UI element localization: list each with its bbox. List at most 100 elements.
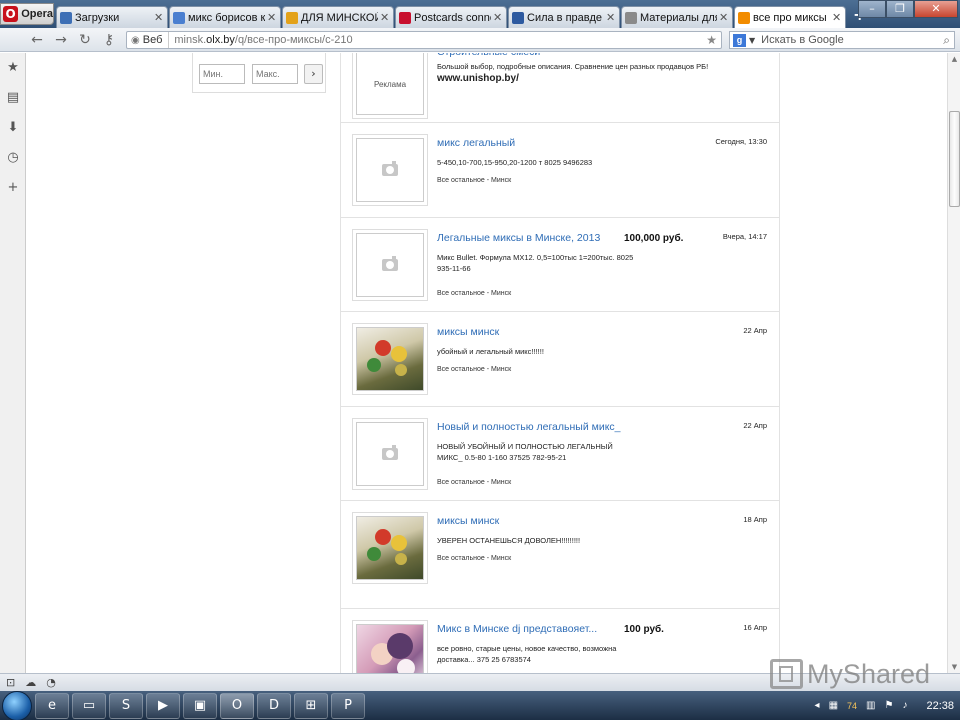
listing-title-link[interactable]: микс легальный [437, 137, 515, 149]
d-app-icon[interactable]: D [257, 692, 291, 719]
listing-thumbnail[interactable] [352, 134, 428, 206]
tab-6[interactable]: все про миксы - ...✕ [734, 6, 846, 28]
tab-close-icon[interactable]: ✕ [154, 11, 164, 24]
listing-row[interactable]: миксы минск убойный и легальный микс!!!!!… [341, 312, 779, 407]
cloud-icon[interactable]: ☁ [25, 676, 36, 689]
flag-icon[interactable]: ⚑ [885, 700, 894, 711]
tab-0[interactable]: Загрузки ✕ [56, 6, 168, 28]
filter-apply-button[interactable]: › [304, 64, 323, 84]
thumbnail-frame [356, 138, 424, 202]
scrollbar-thumb[interactable] [949, 111, 960, 207]
panel-toggle-icon[interactable]: ⊡ [6, 676, 15, 689]
ad-title-link[interactable]: Строительные смеси [437, 53, 540, 58]
start-button-icon[interactable] [2, 690, 32, 720]
listing-title-link[interactable]: Новый и полностью легальный микс_ [437, 421, 621, 433]
notes-icon[interactable]: ▤ [0, 83, 26, 113]
listing-title-link[interactable]: миксы минск [437, 326, 499, 338]
ad-row[interactable]: Реклама Строительные смеси Большой выбор, … [341, 53, 779, 123]
clock[interactable]: 22:38 [926, 700, 954, 712]
price-max-input[interactable] [252, 64, 298, 84]
google-icon[interactable]: g [733, 33, 746, 47]
listing-thumbnail[interactable] [352, 229, 428, 301]
listing-description: доставка... 375 25 6783574 [437, 655, 531, 664]
tab-2[interactable]: ДЛЯ МИНСКОЙ ...✕ [282, 6, 394, 28]
downloads-icon[interactable]: ⬇ [0, 113, 26, 143]
reload-icon[interactable]: ↻ [78, 32, 92, 48]
listing-category[interactable]: Все остальное - Минск [437, 177, 511, 184]
ad-label: Реклама [373, 80, 407, 89]
bookmarks-icon[interactable]: ★ [0, 53, 26, 83]
listing-row[interactable]: Микс в Минске dj представояет... все ровн… [341, 609, 779, 673]
powerpoint-icon[interactable]: P [331, 692, 365, 719]
listing-thumbnail[interactable] [352, 512, 428, 584]
listing-thumbnail[interactable] [352, 620, 428, 673]
listing-row[interactable]: микс легальный 5-450,10-700,15-950,20-120… [341, 123, 779, 218]
opera-menu-label: Opera [21, 8, 53, 20]
thumbnail-frame [356, 233, 424, 297]
address-field[interactable]: ◉ Веб minsk.olx.by/q/все-про-миксы/c-210… [126, 31, 722, 49]
add-panel-icon[interactable]: + [0, 173, 26, 203]
web-badge[interactable]: ◉ Веб [127, 32, 170, 48]
listing-description: Микс Bullet. Формула MX12. 0,5=100тыс 1=… [437, 253, 634, 262]
tab-close-icon[interactable]: ✕ [267, 11, 277, 24]
listing-thumbnail[interactable]: Реклама [352, 53, 428, 119]
vertical-scrollbar[interactable]: ▲ ▼ [947, 53, 960, 673]
back-icon[interactable]: ← [30, 32, 44, 48]
listing-price: 100,000 руб. [624, 233, 684, 244]
tab-close-icon[interactable]: ✕ [719, 11, 729, 24]
opera-menu-button[interactable]: O Opera [0, 3, 54, 25]
ad-url-link[interactable]: www.unishop.by/ [437, 73, 519, 84]
tab-favicon-icon [512, 11, 524, 24]
tab-1[interactable]: микс борисов ку...✕ [169, 6, 281, 28]
listing-thumbnail[interactable] [352, 418, 428, 490]
listing-category[interactable]: Все остальное - Минск [437, 366, 511, 373]
listing-title-link[interactable]: Микс в Минске dj представояет... [437, 623, 597, 635]
tab-5[interactable]: Материалы для п...✕ [621, 6, 733, 28]
tab-close-icon[interactable]: ✕ [493, 11, 503, 24]
search-placeholder: Искать в Google [761, 34, 844, 46]
bookmark-star-icon[interactable]: ★ [706, 33, 717, 47]
save-app-icon[interactable]: ▣ [183, 692, 217, 719]
tab-title: микс борисов ку... [188, 11, 265, 24]
forward-icon[interactable]: → [54, 32, 68, 48]
search-icon[interactable]: ⌕ [943, 33, 950, 48]
tab-title: все про миксы - ... [753, 11, 830, 24]
network-icon[interactable]: ▥ [866, 700, 875, 711]
tab-3[interactable]: Postcards connect...✕ [395, 6, 507, 28]
tab-4[interactable]: Сила в правде - П...✕ [508, 6, 620, 28]
skype-icon[interactable]: S [109, 692, 143, 719]
close-window-icon[interactable]: ✕ [914, 0, 958, 18]
opera-taskbar-icon[interactable]: O [220, 692, 254, 719]
listing-category[interactable]: Все остальное - Минск [437, 555, 511, 562]
history-icon[interactable]: ◷ [0, 143, 26, 173]
listing-title-link[interactable]: Легальные миксы в Минске, 2013 [437, 232, 600, 244]
tray-arrow-icon[interactable]: ◂ [815, 700, 820, 711]
key-icon[interactable]: ⚷ [102, 32, 116, 48]
speed-dial-icon[interactable]: ◔ [46, 676, 56, 689]
explorer-icon[interactable]: ▭ [72, 692, 106, 719]
ie-icon[interactable]: e [35, 692, 69, 719]
listing-title-link[interactable]: миксы минск [437, 515, 499, 527]
listing-date: 16 Апр [743, 623, 767, 632]
scroll-down-icon[interactable]: ▼ [948, 663, 960, 671]
engine-dropdown-icon[interactable]: ▼ [749, 36, 755, 45]
price-min-input[interactable] [199, 64, 245, 84]
tab-close-icon[interactable]: ✕ [606, 11, 616, 24]
windows-app-icon[interactable]: ⊞ [294, 692, 328, 719]
tray-app-icon[interactable]: ▦ [829, 700, 838, 711]
minimize-icon[interactable]: – [858, 0, 886, 18]
search-field[interactable]: g ▼ Искать в Google ⌕ [729, 31, 955, 49]
tab-favicon-icon [399, 11, 411, 24]
scroll-up-icon[interactable]: ▲ [948, 55, 960, 63]
listing-category[interactable]: Все остальное - Минск [437, 290, 511, 297]
listing-row[interactable]: Легальные миксы в Минске, 2013 Микс Bulle… [341, 218, 779, 312]
tab-close-icon[interactable]: ✕ [832, 11, 842, 24]
listing-row[interactable]: Новый и полностью легальный микс_ НОВЫЙ У… [341, 407, 779, 501]
tab-close-icon[interactable]: ✕ [380, 11, 390, 24]
volume-icon[interactable]: ♪ [902, 700, 907, 711]
restore-icon[interactable]: ❐ [886, 0, 914, 18]
media-player-icon[interactable]: ▶ [146, 692, 180, 719]
listing-thumbnail[interactable] [352, 323, 428, 395]
listing-row[interactable]: миксы минск УВЕРЕН ОСТАНЕШЬСЯ ДОВОЛЕН!!!!… [341, 501, 779, 609]
listing-category[interactable]: Все остальное - Минск [437, 479, 511, 486]
